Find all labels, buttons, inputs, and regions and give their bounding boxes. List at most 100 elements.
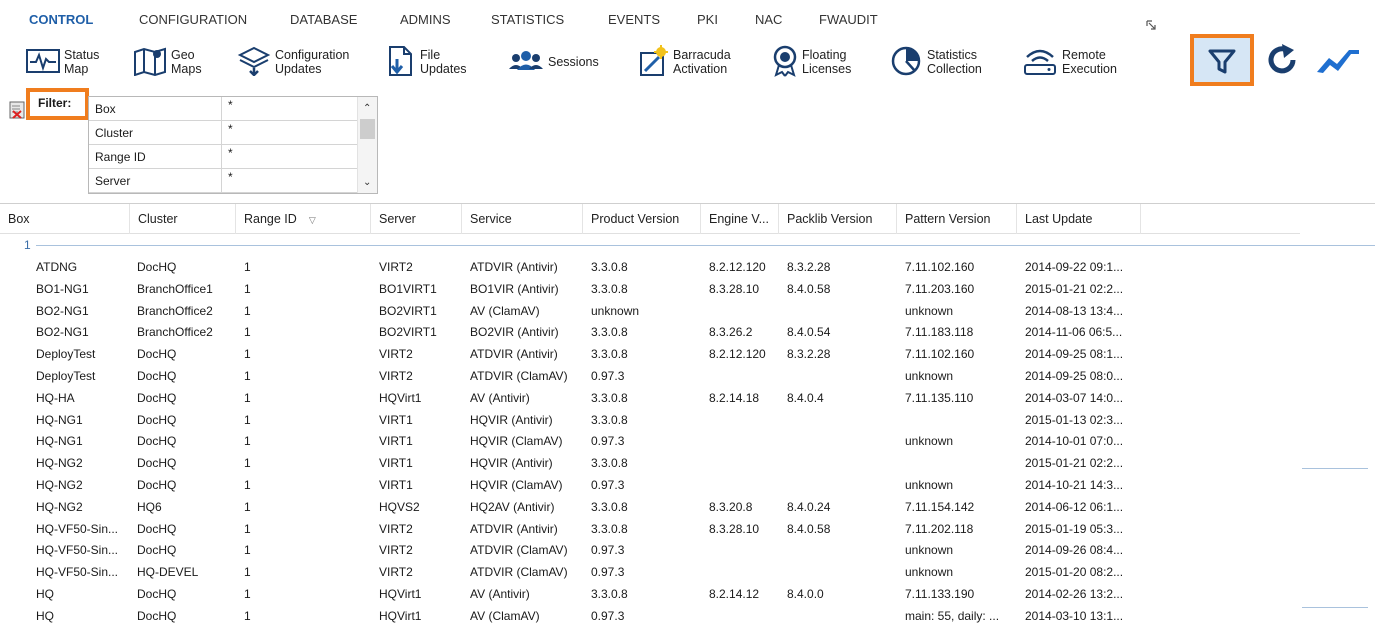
refresh-icon bbox=[1266, 44, 1300, 81]
cell-last-update: 2014-06-12 06:1... bbox=[1025, 499, 1124, 514]
clear-filter-icon[interactable] bbox=[9, 98, 27, 120]
table-row[interactable]: HQ DocHQ 1 HQVirt1 AV (Antivir) 3.3.0.8 8.2.14… bbox=[0, 584, 1300, 606]
column-header-range-id[interactable]: Range ID ▽ bbox=[236, 204, 371, 234]
column-header-product-version[interactable]: Product Version bbox=[583, 204, 701, 234]
cell-box: BO1-NG1 bbox=[36, 281, 89, 296]
column-header-pattern-version[interactable]: Pattern Version bbox=[897, 204, 1017, 234]
cell-cluster: DocHQ bbox=[137, 586, 177, 601]
cell-service: ATDVIR (Antivir) bbox=[470, 260, 558, 274]
scroll-down-icon[interactable]: ⌄ bbox=[363, 177, 371, 188]
cell-box: HQ-VF50-Sin... bbox=[36, 543, 119, 558]
column-header-packlib-version[interactable]: Packlib Version bbox=[779, 204, 897, 234]
filter-value-input[interactable]: * bbox=[221, 97, 357, 120]
table-row[interactable]: BO1-NG1 BranchOffice1 1 BO1VIRT1 BO1VIR (Ant… bbox=[0, 279, 1300, 301]
floating-licenses-button[interactable]: Floating Licenses bbox=[772, 42, 851, 82]
cell-packlib-version: 8.4.0.0 bbox=[787, 586, 824, 601]
table-row[interactable]: HQ-NG1 DocHQ 1 VIRT1 HQVIR (Antivir) 3.3.0.8 2… bbox=[0, 410, 1300, 432]
statistics-collection-button[interactable]: Statistics Collection bbox=[889, 42, 982, 82]
cell-cluster: BranchOffice2 bbox=[137, 303, 213, 318]
table-row[interactable]: HQ-VF50-Sin... HQ-DEVEL 1 VIRT2 ATDVIR (Clam… bbox=[0, 562, 1300, 584]
cell-server: VIRT1 bbox=[379, 412, 413, 427]
column-header-box[interactable]: Box bbox=[0, 204, 130, 234]
filter-row-cluster: Cluster * bbox=[89, 121, 357, 145]
filter-field-name: Box bbox=[95, 102, 116, 116]
menu-control[interactable]: CONTROL bbox=[29, 12, 93, 27]
column-header-service[interactable]: Service bbox=[462, 204, 583, 234]
cell-box: DeployTest bbox=[36, 368, 96, 383]
scroll-up-icon[interactable]: ⌃ bbox=[363, 103, 371, 114]
cell-last-update: 2015-01-21 02:2... bbox=[1025, 456, 1124, 471]
menu-admins[interactable]: ADMINS bbox=[400, 12, 451, 27]
cell-box: HQ-NG1 bbox=[36, 434, 83, 449]
toolbar-expand-icon[interactable] bbox=[1146, 19, 1156, 30]
cell-cluster: DocHQ bbox=[137, 477, 177, 492]
table-row[interactable]: HQ-NG2 HQ6 1 HQVS2 HQ2AV (Antivir) 3.3.0.8 8.3… bbox=[0, 497, 1300, 519]
status-map-button[interactable]: Status Map bbox=[26, 42, 99, 82]
cell-packlib-version: 8.4.0.54 bbox=[787, 325, 831, 340]
cell-service: HQVIR (ClamAV) bbox=[470, 434, 563, 449]
statistics-collection-icon bbox=[889, 45, 923, 80]
filter-toggle-button[interactable] bbox=[1190, 34, 1254, 86]
column-header-cluster[interactable]: Cluster bbox=[130, 204, 236, 234]
menu-fwaudit[interactable]: FWAUDIT bbox=[819, 12, 878, 27]
refresh-button[interactable] bbox=[1266, 42, 1300, 78]
menu-events[interactable]: EVENTS bbox=[608, 12, 660, 27]
cell-cluster: BranchOffice2 bbox=[137, 325, 213, 340]
configuration-updates-button[interactable]: Configuration Updates bbox=[237, 42, 349, 82]
menu-configuration[interactable]: CONFIGURATION bbox=[139, 12, 247, 27]
cell-service: AV (ClamAV) bbox=[470, 608, 540, 623]
cell-last-update: 2014-09-26 08:4... bbox=[1025, 543, 1124, 558]
scroll-thumb[interactable] bbox=[360, 119, 375, 139]
cell-range-id: 1 bbox=[244, 434, 251, 449]
cell-product-version: 3.3.0.8 bbox=[591, 499, 628, 514]
table-row[interactable]: HQ-NG2 DocHQ 1 VIRT1 HQVIR (Antivir) 3.3.0.8 2… bbox=[0, 453, 1300, 475]
table-row[interactable]: BO2-NG1 BranchOffice2 1 BO2VIRT1 BO2VIR (Ant… bbox=[0, 322, 1300, 344]
filter-row-range-id: Range ID * bbox=[89, 145, 357, 169]
table-row[interactable]: HQ-NG2 DocHQ 1 VIRT1 HQVIR (ClamAV) 0.97.3 unk… bbox=[0, 475, 1300, 497]
geo-maps-button[interactable]: Geo Maps bbox=[133, 42, 202, 82]
group-row[interactable]: 1 bbox=[0, 238, 1375, 252]
menu-pki[interactable]: PKI bbox=[697, 12, 718, 27]
table-row[interactable]: ATDNG DocHQ 1 VIRT2 ATDVIR (Antivir) 3.3.0.8 8… bbox=[0, 257, 1300, 279]
filter-value-input[interactable]: * bbox=[221, 121, 357, 144]
menu-nac[interactable]: NAC bbox=[755, 12, 782, 27]
column-header-last-update[interactable]: Last Update bbox=[1017, 204, 1141, 234]
table-row[interactable]: HQ-VF50-Sin... DocHQ 1 VIRT2 ATDVIR (Antivir… bbox=[0, 519, 1300, 541]
cell-engine-version: 8.2.12.120 bbox=[709, 347, 766, 362]
filter-row-box: Box * bbox=[89, 97, 357, 121]
cell-server: BO1VIRT1 bbox=[379, 281, 437, 296]
table-header: Box Cluster Range ID ▽ Server Service Pro… bbox=[0, 203, 1300, 234]
filter-value-input[interactable]: * bbox=[221, 145, 357, 168]
filter-value-input[interactable]: * bbox=[221, 169, 357, 192]
table-row[interactable]: DeployTest DocHQ 1 VIRT2 ATDVIR (Antivir) 3.3… bbox=[0, 344, 1300, 366]
cell-last-update: 2014-09-25 08:1... bbox=[1025, 347, 1124, 362]
cell-pattern-version: 7.11.102.160 bbox=[905, 347, 975, 362]
table-row[interactable]: HQ DocHQ 1 HQVirt1 AV (ClamAV) 0.97.3 main: 55… bbox=[0, 606, 1300, 628]
sessions-button[interactable]: Sessions bbox=[508, 42, 599, 82]
status-map-icon bbox=[26, 47, 60, 78]
column-header-engine-version[interactable]: Engine V... bbox=[701, 204, 779, 234]
remote-execution-button[interactable]: Remote Execution bbox=[1022, 42, 1117, 82]
cell-range-id: 1 bbox=[244, 608, 251, 623]
table-row[interactable]: BO2-NG1 BranchOffice2 1 BO2VIRT1 AV (ClamAV)… bbox=[0, 301, 1300, 323]
cell-product-version: 0.97.3 bbox=[591, 368, 625, 383]
table-row[interactable]: DeployTest DocHQ 1 VIRT2 ATDVIR (ClamAV) 0.97… bbox=[0, 366, 1300, 388]
menu-database[interactable]: DATABASE bbox=[290, 12, 357, 27]
trend-icon bbox=[1315, 50, 1361, 79]
cell-product-version: 0.97.3 bbox=[591, 434, 625, 449]
table-row[interactable]: HQ-VF50-Sin... DocHQ 1 VIRT2 ATDVIR (ClamAV)… bbox=[0, 540, 1300, 562]
table-row[interactable]: HQ-NG1 DocHQ 1 VIRT1 HQVIR (ClamAV) 0.97.3 unk… bbox=[0, 431, 1300, 453]
cell-product-version: 3.3.0.8 bbox=[591, 390, 628, 405]
geo-maps-icon bbox=[133, 46, 167, 79]
cell-product-version: 0.97.3 bbox=[591, 543, 625, 558]
file-updates-button[interactable]: File Updates bbox=[386, 42, 467, 82]
table-row[interactable]: HQ-HA DocHQ 1 HQVirt1 AV (Antivir) 3.3.0.8 8.2… bbox=[0, 388, 1300, 410]
menu-statistics[interactable]: STATISTICS bbox=[491, 12, 564, 27]
trend-button[interactable] bbox=[1315, 44, 1361, 76]
cell-service: AV (ClamAV) bbox=[470, 303, 540, 318]
barracuda-activation-button[interactable]: Barracuda Activation bbox=[637, 42, 731, 82]
cell-pattern-version: unknown bbox=[905, 543, 954, 558]
cell-engine-version: 8.3.28.10 bbox=[709, 521, 760, 536]
filter-scrollbar[interactable]: ⌃ ⌄ bbox=[357, 97, 377, 193]
column-header-server[interactable]: Server bbox=[371, 204, 462, 234]
